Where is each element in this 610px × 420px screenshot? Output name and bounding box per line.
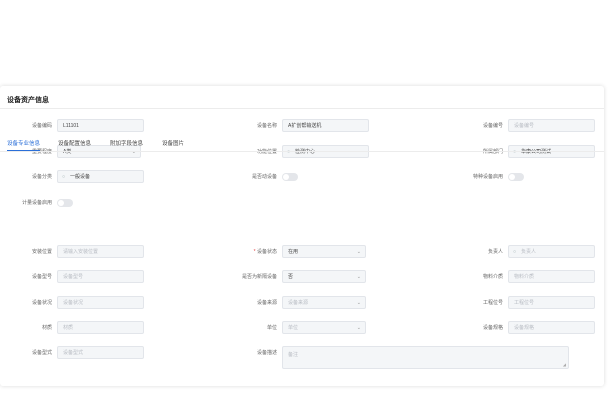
owner-placeholder: 负责人 — [521, 249, 537, 255]
model-input[interactable]: 设备型号 — [57, 270, 144, 283]
search-icon: ○ — [513, 249, 517, 255]
material-input[interactable]: 物料介质 — [508, 270, 595, 283]
spec-label: 设备规格 — [482, 325, 503, 331]
type-input[interactable]: 设备型式 — [57, 346, 144, 359]
owner-label: 负责人 — [487, 249, 503, 255]
unit-label: 单位 — [266, 325, 277, 331]
number-label: 设备编号 — [482, 123, 503, 129]
resize-handle-icon[interactable]: ◢ — [563, 362, 566, 367]
material-label: 物料介质 — [482, 274, 503, 280]
metering-label: 计量设备启用 — [21, 200, 52, 206]
page-title: 设备资产信息 — [7, 97, 49, 104]
chevron-down-icon: ⌄ — [356, 249, 361, 255]
mobile-label: 是否动设备 — [251, 174, 277, 180]
install-label: 安装位置 — [31, 249, 52, 255]
mobile-toggle[interactable] — [282, 173, 298, 181]
fire-select[interactable]: 否 ⌄ — [282, 270, 366, 283]
importance-value: A类 — [63, 149, 72, 155]
category-value: 一般设备 — [70, 174, 91, 180]
special-label: 特种设备启用 — [472, 174, 503, 180]
status-label: * 设备状态 — [217, 246, 277, 258]
location-value: 检测中心 — [295, 149, 316, 155]
unit-select[interactable]: 单位 ⌄ — [282, 321, 366, 334]
tab-professional[interactable]: 设备专业信息 — [7, 139, 40, 149]
texture-input[interactable]: 材质 — [57, 321, 144, 334]
tab-config[interactable]: 设备配置信息 — [58, 139, 91, 149]
dept-label: 所属部门 — [482, 149, 503, 155]
tab-extra[interactable]: 附加字段信息 — [110, 139, 143, 149]
special-toggle[interactable] — [508, 173, 524, 181]
model-label: 设备型号 — [31, 274, 52, 280]
name-input[interactable]: A扩创帮输送机 — [282, 119, 369, 132]
tab-divider — [0, 151, 604, 152]
location-label: 功能位置 — [256, 149, 277, 155]
active-tab-indicator — [7, 150, 40, 151]
condition-input[interactable]: 设备状况 — [57, 296, 144, 309]
chevron-down-icon: ⌄ — [356, 300, 361, 306]
install-input[interactable]: 请输入安装位置 — [57, 245, 144, 258]
search-icon: ○ — [62, 174, 66, 180]
owner-input[interactable]: ○ 负责人 — [508, 245, 595, 258]
status-value: 在用 — [288, 249, 299, 255]
condition-label: 设备状况 — [31, 300, 52, 306]
desc-textarea[interactable]: 备注 ◢ — [282, 346, 569, 369]
process-label: 工程位号 — [482, 300, 503, 306]
process-input[interactable]: 工程位号 — [508, 296, 595, 309]
unit-placeholder: 单位 — [288, 325, 299, 331]
texture-label: 材质 — [41, 325, 52, 331]
type-label: 设备型式 — [31, 350, 52, 356]
status-select[interactable]: 在用 ⌄ — [282, 245, 366, 258]
dept-value: 华康公司测试 — [521, 149, 552, 155]
fire-value: 否 — [288, 274, 294, 280]
category-label: 设备分类 — [31, 174, 52, 180]
chevron-down-icon: ⌄ — [356, 325, 361, 331]
required-mark: * — [253, 249, 256, 255]
source-label: 设备来源 — [256, 300, 277, 306]
title-divider — [0, 108, 604, 109]
code-input[interactable]: L11101 — [57, 119, 144, 132]
tab-images[interactable]: 设备图片 — [162, 139, 184, 149]
fire-label: 是否为新隔设备 — [241, 274, 277, 280]
name-label: 设备名称 — [256, 123, 277, 129]
source-placeholder: 设备来源 — [288, 300, 309, 306]
spec-input[interactable]: 设备规格 — [508, 321, 595, 334]
metering-toggle[interactable] — [57, 199, 73, 207]
number-input[interactable]: 设备编号 — [508, 119, 595, 132]
status-label-text: 设备状态 — [256, 249, 277, 255]
desc-placeholder: 备注 — [288, 352, 299, 358]
search-icon: ○ — [513, 149, 517, 155]
search-icon: ○ — [287, 149, 291, 155]
chevron-down-icon: ⌄ — [356, 274, 361, 280]
desc-label: 设备描述 — [256, 350, 277, 356]
source-select[interactable]: 设备来源 ⌄ — [282, 296, 366, 309]
code-label: 设备编码 — [31, 123, 52, 129]
category-input[interactable]: ○ 一般设备 — [57, 170, 144, 183]
